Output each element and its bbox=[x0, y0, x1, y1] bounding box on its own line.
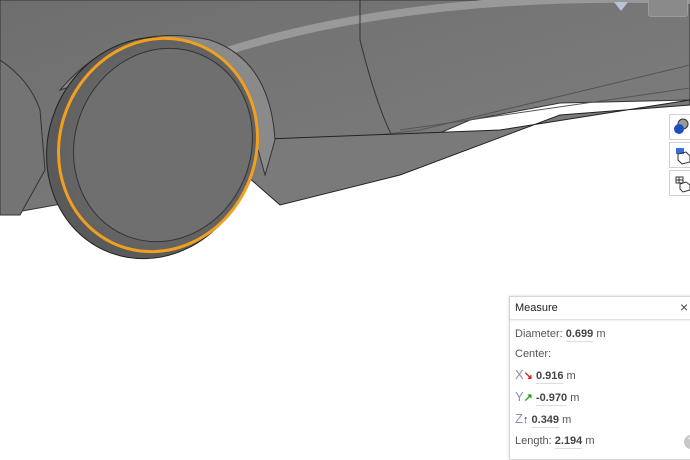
x-arrow-icon: ↘ bbox=[523, 370, 533, 382]
measure-title: Measure bbox=[515, 302, 558, 314]
unit: m bbox=[570, 392, 580, 404]
length-row: Length: 2.194 m bbox=[515, 435, 595, 449]
unit: m bbox=[585, 435, 595, 447]
close-icon[interactable]: × bbox=[680, 299, 688, 315]
unit: m bbox=[562, 414, 572, 426]
diameter-label: Diameter: bbox=[515, 328, 563, 340]
appearance-icon bbox=[674, 118, 689, 134]
y-axis-label: Y bbox=[515, 389, 524, 404]
z-axis-label: Z bbox=[515, 411, 523, 426]
center-label: Center: bbox=[515, 348, 552, 360]
center-y-value[interactable]: -0.970 bbox=[535, 392, 568, 406]
view-cube-button[interactable] bbox=[648, 0, 688, 17]
measure-header: Measure × bbox=[510, 297, 690, 320]
center-x-value[interactable]: 0.916 bbox=[535, 370, 564, 384]
unit: m bbox=[596, 328, 606, 340]
section-view-button[interactable] bbox=[669, 142, 690, 168]
car-model bbox=[0, 0, 690, 260]
view-dropdown-arrow-icon[interactable] bbox=[614, 2, 628, 11]
measure-panel: Measure × Diameter: 0.699 m Center: X↘ 0… bbox=[509, 296, 690, 460]
unit: m bbox=[566, 370, 576, 382]
appearance-button[interactable] bbox=[669, 114, 690, 140]
diameter-value[interactable]: 0.699 bbox=[565, 328, 594, 342]
section-view-icon bbox=[676, 148, 690, 165]
center-z-row: Z↑ 0.349 m bbox=[515, 411, 572, 428]
explode-view-button[interactable] bbox=[669, 170, 690, 196]
x-axis-label: X bbox=[515, 367, 524, 382]
diameter-row: Diameter: 0.699 m bbox=[515, 328, 606, 342]
length-label: Length: bbox=[515, 435, 552, 447]
explode-view-icon bbox=[675, 176, 690, 193]
z-arrow-icon: ↑ bbox=[522, 414, 529, 426]
length-value[interactable]: 2.194 bbox=[554, 435, 583, 449]
center-y-row: Y↗ -0.970 m bbox=[515, 389, 580, 406]
center-z-value[interactable]: 0.349 bbox=[531, 414, 560, 428]
help-icon[interactable]: ? bbox=[684, 435, 690, 449]
y-arrow-icon: ↗ bbox=[523, 392, 533, 404]
center-x-row: X↘ 0.916 m bbox=[515, 367, 576, 384]
